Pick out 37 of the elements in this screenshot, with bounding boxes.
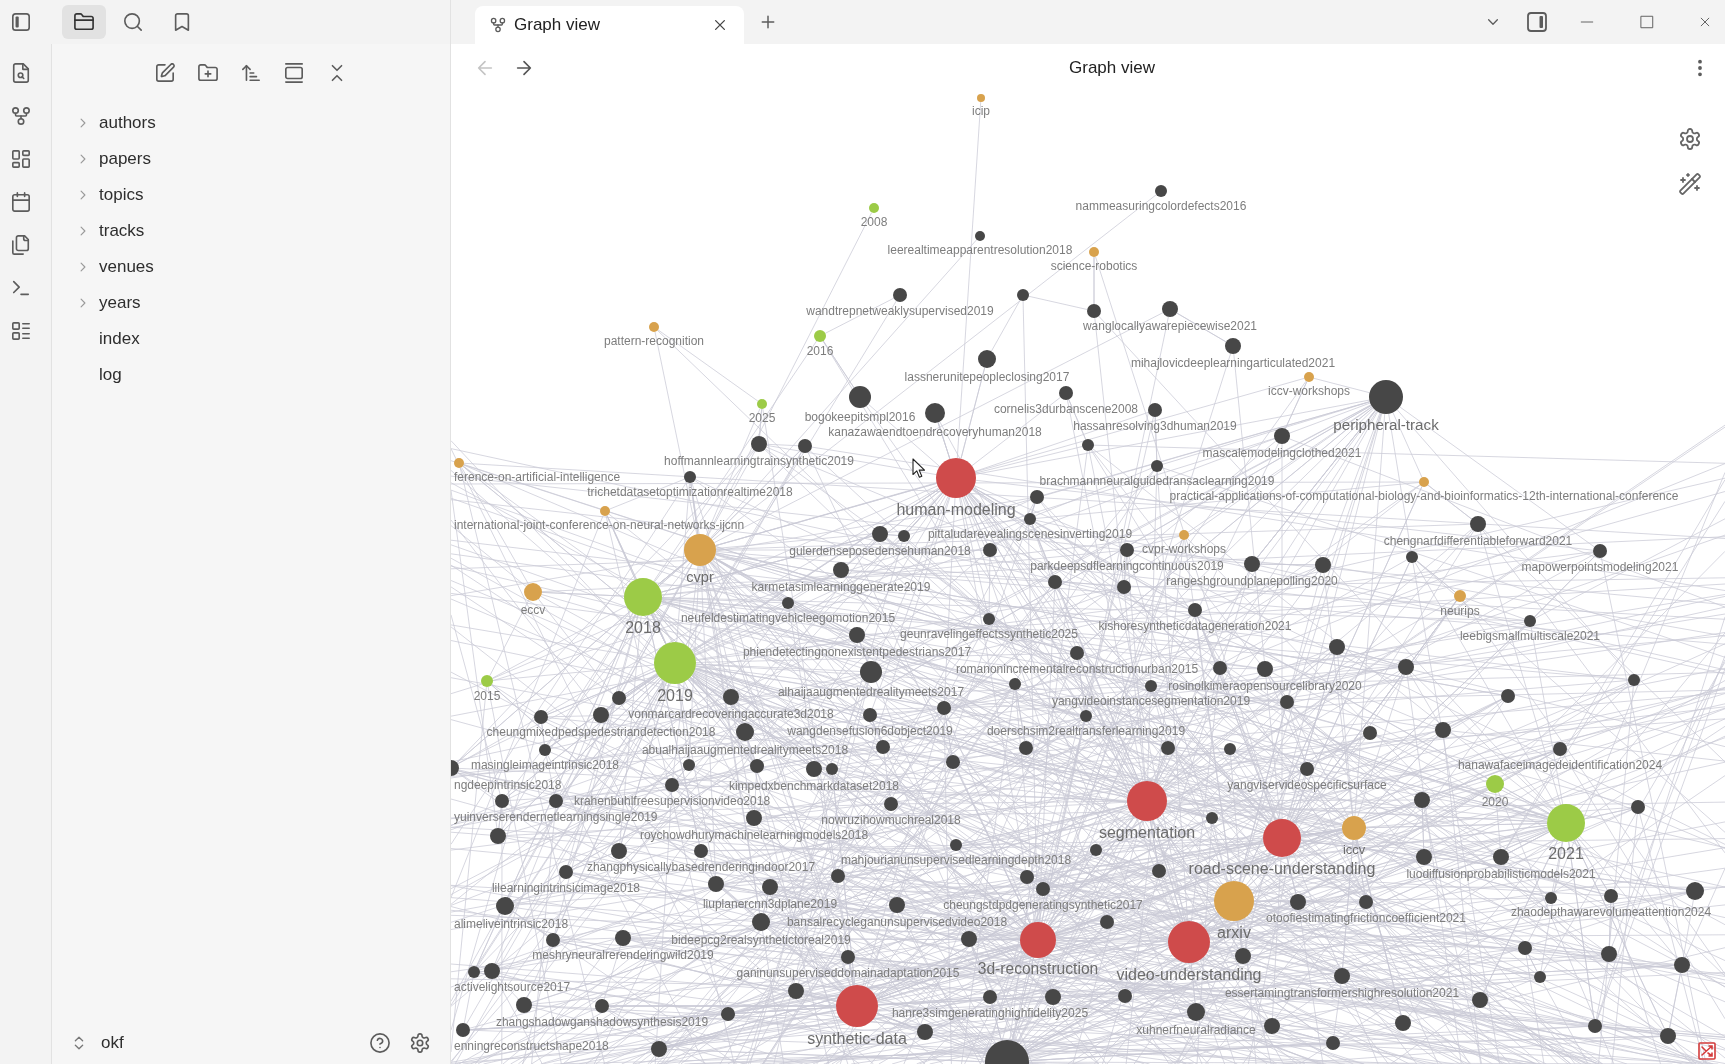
file-item[interactable]: index [52, 321, 450, 357]
arrow-right-icon[interactable] [514, 58, 534, 78]
close-icon[interactable] [1698, 15, 1712, 29]
vault-switcher[interactable]: okf [65, 1031, 130, 1055]
graph-node[interactable] [977, 94, 985, 102]
folder-plus-icon[interactable] [198, 63, 218, 83]
folder-item[interactable]: papers [52, 141, 450, 177]
folder-item[interactable]: topics [52, 177, 450, 213]
gallery-icon[interactable] [284, 63, 304, 83]
files-icon[interactable] [11, 235, 31, 255]
list-icon[interactable] [11, 321, 31, 341]
file-search-icon[interactable] [11, 63, 31, 83]
bookmark-icon[interactable] [172, 12, 192, 32]
help-icon[interactable] [370, 1033, 390, 1053]
sidebar-toggle-icon[interactable] [11, 12, 31, 32]
file-item[interactable]: log [52, 357, 450, 393]
view-title: Graph view [1068, 58, 1156, 78]
sort-icon[interactable] [241, 63, 261, 83]
plus-icon[interactable] [759, 13, 777, 31]
pencil-square-icon[interactable] [155, 63, 175, 83]
files-tab[interactable] [62, 5, 106, 39]
folder-item[interactable]: authors [52, 105, 450, 141]
search-icon[interactable] [123, 12, 143, 32]
close-icon[interactable] [712, 17, 728, 33]
folder-item[interactable]: years [52, 285, 450, 321]
graph-icon[interactable] [490, 17, 506, 33]
maximize-icon[interactable] [1640, 15, 1654, 29]
settings-icon[interactable] [410, 1033, 430, 1053]
document-tab[interactable]: Graph view [475, 6, 744, 44]
folder-item[interactable]: tracks [52, 213, 450, 249]
graph-icon[interactable] [11, 106, 31, 126]
calendar-icon[interactable] [11, 192, 31, 212]
dashboard-icon[interactable] [11, 149, 31, 169]
terminal-icon[interactable] [11, 278, 31, 298]
sidebar-toggle-icon[interactable] [1526, 11, 1548, 33]
folder-icon[interactable] [74, 12, 94, 32]
folder-item[interactable]: venues [52, 249, 450, 285]
